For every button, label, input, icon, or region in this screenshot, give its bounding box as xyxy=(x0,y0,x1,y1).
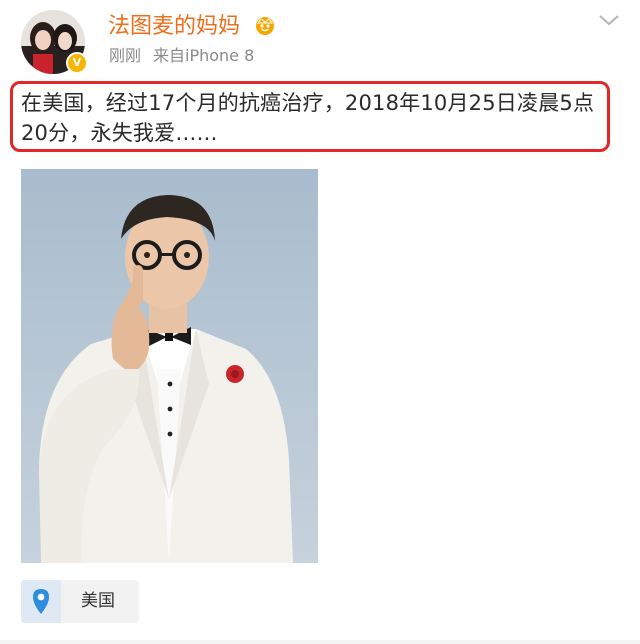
post-image-illustration xyxy=(21,169,318,563)
location-pin-icon xyxy=(33,589,49,614)
author-name[interactable]: 法图麦的妈妈 xyxy=(108,12,240,42)
post-source: 来自iPhone 8 xyxy=(153,46,255,65)
post-image[interactable] xyxy=(21,169,318,563)
post-text: 在美国，经过17个月的抗癌治疗，2018年10月25日凌晨5点20分，永失我爱…… xyxy=(21,91,595,145)
divider xyxy=(0,640,640,644)
post-time: 刚刚 xyxy=(109,46,142,65)
location-tag[interactable]: 美国 xyxy=(21,580,139,623)
post-meta: 刚刚 来自iPhone 8 xyxy=(109,44,254,68)
weibo-post: V 法图麦的妈妈 刚刚 来自iPhone 8 在美国，经过17个月的抗癌治疗，20… xyxy=(0,0,640,644)
location-icon-bg xyxy=(21,580,61,623)
crown-badge-icon xyxy=(256,17,274,35)
location-label: 美国 xyxy=(81,591,115,611)
verified-badge-icon: V xyxy=(66,52,88,74)
chevron-down-icon[interactable] xyxy=(596,10,622,30)
